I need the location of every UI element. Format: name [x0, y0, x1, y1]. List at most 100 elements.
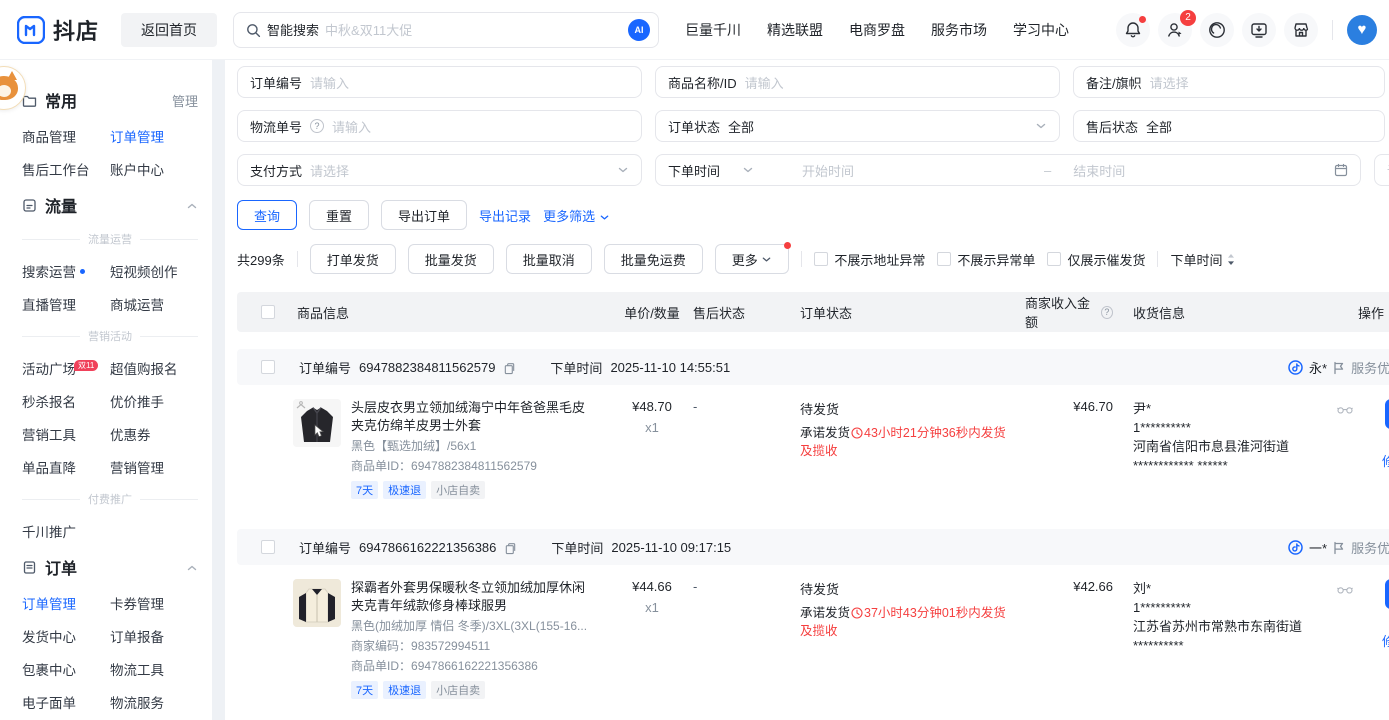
product-title[interactable]: 头层皮衣男立领加绒海宁中年爸爸黑毛皮夹克仿绵羊皮男士外套 — [351, 399, 589, 435]
filter-product-input[interactable]: 商品名称/ID 请输入 — [655, 66, 1060, 98]
contacts-icon[interactable]: 2 — [1158, 13, 1192, 47]
sidebar-item-short-video[interactable]: 短视频创作 — [110, 261, 198, 281]
order-checkbox[interactable] — [261, 360, 275, 374]
sidebar-item-activity-plaza[interactable]: 活动广场双11 — [22, 358, 110, 378]
storefront-icon[interactable] — [1284, 13, 1318, 47]
sidebar-item-order-mgmt-2[interactable]: 订单管理 — [22, 593, 110, 613]
sidebar-item-qianchuan-promo[interactable]: 千川推广 — [22, 521, 110, 541]
sidebar-item-coupons[interactable]: 优惠券 — [110, 424, 198, 444]
nav-qianchuan[interactable]: 巨量千川 — [685, 20, 741, 40]
more-filters-link[interactable]: 更多筛选 — [543, 206, 610, 225]
product-image[interactable] — [293, 579, 341, 627]
sidebar-item-live-mgmt[interactable]: 直播管理 — [22, 294, 110, 314]
ship-button-partial[interactable] — [1385, 579, 1389, 609]
help-icon[interactable]: ? — [310, 119, 324, 133]
eye-off-icon[interactable] — [1337, 579, 1353, 598]
filter-order-status-select[interactable]: 订单状态 全部 — [655, 110, 1060, 142]
manage-link[interactable]: 管理 — [172, 91, 198, 110]
sidebar-item-aftersale-workbench[interactable]: 售后工作台 — [22, 159, 110, 179]
modify-address-link[interactable]: 修改地址 — [1382, 451, 1389, 470]
sidebar-item-logistics-tools[interactable]: 物流工具 — [110, 659, 198, 679]
reset-button[interactable]: 重置 — [309, 200, 369, 230]
sidebar-item-marketing-tools[interactable]: 营销工具 — [22, 424, 110, 444]
filter-time-range[interactable]: 下单时间 开始时间 – 结束时间 — [655, 154, 1361, 186]
checkbox[interactable] — [1047, 252, 1061, 266]
back-home-button[interactable]: 返回首页 — [121, 13, 217, 47]
flag-icon[interactable] — [1333, 539, 1345, 555]
receiver-address: 江苏省苏州市常熟市东南街道 ********** — [1133, 617, 1353, 655]
chevron-up-icon[interactable] — [186, 198, 198, 213]
flag-icon[interactable] — [1333, 359, 1345, 375]
buyer-name[interactable]: 永* — [1309, 358, 1327, 377]
nav-service-market[interactable]: 服务市场 — [931, 20, 987, 40]
batch-cancel-button[interactable]: 批量取消 — [506, 244, 592, 274]
order-checkbox[interactable] — [261, 540, 275, 554]
batch-ship-button[interactable]: 批量发货 — [408, 244, 494, 274]
info-circle-icon[interactable]: ? — [1101, 306, 1113, 319]
sidebar-item-price-drop[interactable]: 单品直降 — [22, 457, 110, 477]
export-log-link[interactable]: 导出记录 — [479, 206, 531, 225]
nav-compass[interactable]: 电商罗盘 — [849, 20, 905, 40]
priority-tag: 服务优先 — [1351, 358, 1389, 377]
sidebar-item-ship-center[interactable]: 发货中心 — [22, 626, 110, 646]
douyin-icon — [1288, 539, 1303, 555]
hide-address-abnormal-checkbox[interactable]: 不展示地址异常 — [814, 250, 925, 269]
sidebar-item-mall-ops[interactable]: 商城运营 — [110, 294, 198, 314]
chevron-down-icon[interactable] — [742, 164, 754, 176]
filter-extra-partial[interactable]: 请选择 — [1374, 154, 1389, 186]
sidebar-item-e-waybill[interactable]: 电子面单 — [22, 692, 110, 712]
batch-toolbar: 共299条 打单发货 批量发货 批量取消 批量免运费 更多 不展示地址异常 不展… — [237, 244, 1389, 274]
filter-remark-select[interactable]: 备注/旗帜 请选择 — [1073, 66, 1385, 98]
sidebar-item-marketing-mgmt[interactable]: 营销管理 — [110, 457, 198, 477]
end-time-placeholder[interactable]: 结束时间 — [1073, 161, 1125, 180]
smart-search-input[interactable]: 智能搜索 中秋&双11大促 AI — [233, 12, 659, 48]
sidebar-item-logistics-service[interactable]: 物流服务 — [110, 692, 198, 712]
filter-aftersale-status-select[interactable]: 售后状态 全部 — [1073, 110, 1385, 142]
filter-placeholder: 请输入 — [332, 117, 371, 136]
filter-tracking-input[interactable]: 物流单号 ? 请输入 — [237, 110, 642, 142]
notification-bell-icon[interactable] — [1116, 13, 1150, 47]
doudian-logo[interactable]: 抖店 — [16, 14, 99, 46]
copy-icon[interactable] — [504, 539, 517, 554]
hide-abnormal-order-checkbox[interactable]: 不展示异常单 — [937, 250, 1035, 269]
sort-by-order-time[interactable]: 下单时间 — [1170, 250, 1236, 269]
checkbox[interactable] — [937, 252, 951, 266]
sidebar-item-price-helper[interactable]: 优价推手 — [110, 391, 198, 411]
ai-search-icon[interactable]: AI — [628, 19, 650, 41]
sidebar-item-order-mgmt[interactable]: 订单管理 — [110, 126, 198, 146]
chevron-up-icon[interactable] — [186, 560, 198, 575]
print-ship-button[interactable]: 打单发货 — [310, 244, 396, 274]
sidebar-item-account-center[interactable]: 账户中心 — [110, 159, 198, 179]
batch-free-shipping-button[interactable]: 批量免运费 — [604, 244, 703, 274]
sidebar-item-super-value[interactable]: 超值购报名 — [110, 358, 198, 378]
sidebar-item-search-ops[interactable]: 搜索运营 — [22, 261, 110, 281]
sort-label: 下单时间 — [1170, 250, 1222, 269]
sidebar-item-order-report[interactable]: 订单报备 — [110, 626, 198, 646]
nav-learning[interactable]: 学习中心 — [1013, 20, 1069, 40]
download-client-icon[interactable] — [1242, 13, 1276, 47]
only-urge-ship-checkbox[interactable]: 仅展示催发货 — [1047, 250, 1145, 269]
buyer-name[interactable]: 一* — [1309, 538, 1327, 557]
account-avatar[interactable]: ♥ — [1347, 15, 1377, 45]
product-title[interactable]: 探霸者外套男保暖秋冬立领加绒加厚休闲夹克青年绒款修身棒球服男 — [351, 579, 589, 615]
checkbox[interactable] — [814, 252, 828, 266]
modify-address-link[interactable]: 修改地址 — [1382, 631, 1389, 650]
sidebar-item-card-coupon[interactable]: 卡券管理 — [110, 593, 198, 613]
ship-promise: 承诺发货43小时21分钟36秒内发货及揽收 — [800, 424, 1013, 460]
nav-jingxuan[interactable]: 精选联盟 — [767, 20, 823, 40]
query-button[interactable]: 查询 — [237, 200, 297, 230]
start-time-placeholder[interactable]: 开始时间 — [802, 161, 854, 180]
product-image[interactable] — [293, 399, 341, 447]
sidebar-item-package-center[interactable]: 包裹中心 — [22, 659, 110, 679]
more-batch-button[interactable]: 更多 — [715, 244, 790, 274]
ship-button-partial[interactable] — [1385, 399, 1389, 429]
eye-off-icon[interactable] — [1337, 399, 1353, 418]
export-orders-button[interactable]: 导出订单 — [381, 200, 467, 230]
sidebar-item-flash-sale[interactable]: 秒杀报名 — [22, 391, 110, 411]
select-all-checkbox[interactable] — [261, 305, 275, 319]
customer-service-icon[interactable] — [1200, 13, 1234, 47]
filter-order-no-input[interactable]: 订单编号 请输入 — [237, 66, 642, 98]
sidebar-item-product-mgmt[interactable]: 商品管理 — [22, 126, 110, 146]
filter-payment-select[interactable]: 支付方式 请选择 — [237, 154, 642, 186]
copy-icon[interactable] — [503, 359, 516, 374]
